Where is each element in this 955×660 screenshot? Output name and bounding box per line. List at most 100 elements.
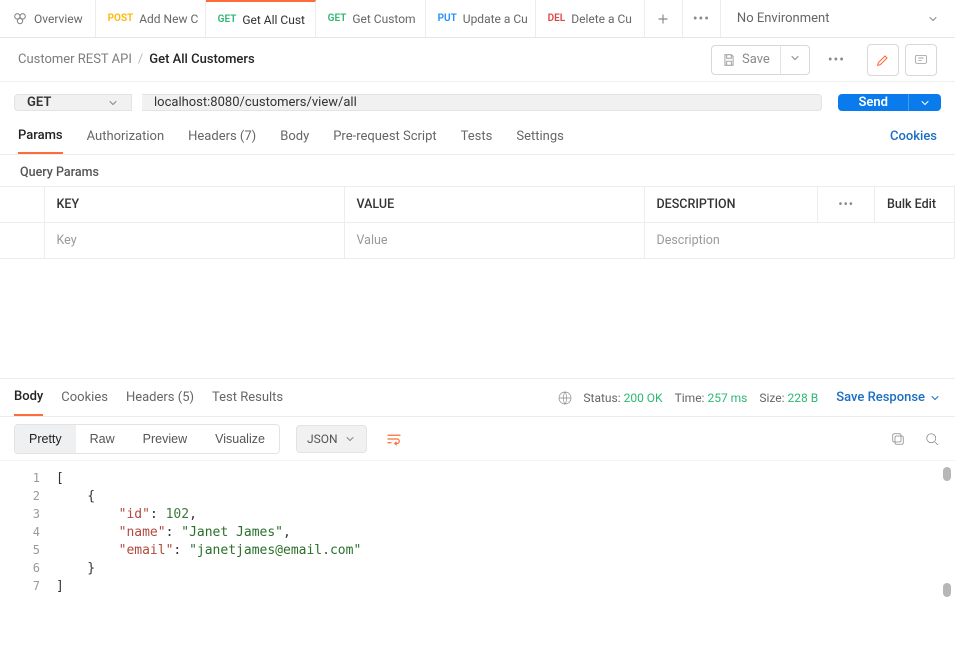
http-method-select[interactable]: GET xyxy=(14,94,132,111)
save-dropdown[interactable] xyxy=(780,46,809,74)
tab-authorization[interactable]: Authorization xyxy=(87,119,165,154)
wrap-icon xyxy=(385,430,403,448)
method-badge: PUT xyxy=(438,13,457,24)
status-meta: Status: 200 OK xyxy=(583,391,662,405)
code-line: 6 } xyxy=(0,559,955,577)
response-view-row: Pretty Raw Preview Visualize JSON xyxy=(0,417,955,461)
send-button-group: Send xyxy=(838,94,941,111)
view-visualize[interactable]: Visualize xyxy=(201,425,279,453)
scrollbar-thumb[interactable] xyxy=(943,467,951,481)
description-input[interactable]: Description xyxy=(644,223,955,259)
chevron-down-icon xyxy=(789,52,801,64)
document-tabs: OverviewPOSTAdd New CGETGet All CustGETG… xyxy=(0,0,955,38)
save-response-button[interactable]: Save Response xyxy=(836,390,941,405)
code-line: 7] xyxy=(0,577,955,595)
breadcrumb-collection[interactable]: Customer REST API xyxy=(18,52,132,67)
col-actions[interactable]: ••• xyxy=(818,187,875,223)
copy-icon[interactable] xyxy=(889,430,907,448)
code-line: 4 "name": "Janet James", xyxy=(0,523,955,541)
key-input[interactable]: Key xyxy=(44,223,344,259)
tab-params[interactable]: Params xyxy=(18,119,63,154)
tabs-overflow-button[interactable]: ••• xyxy=(683,0,721,37)
tab-body[interactable]: Body xyxy=(280,119,309,154)
request-tabs: Params Authorization Headers (7) Body Pr… xyxy=(0,119,955,155)
view-mode-segment: Pretty Raw Preview Visualize xyxy=(14,424,280,454)
request-tab[interactable]: POSTAdd New C xyxy=(96,0,206,37)
wrap-lines-button[interactable] xyxy=(379,424,409,454)
send-dropdown[interactable] xyxy=(908,94,941,111)
content-type-label: JSON xyxy=(307,432,338,446)
request-tab[interactable]: PUTUpdate a Cu xyxy=(426,0,536,37)
col-key: KEY xyxy=(44,187,344,223)
comments-button[interactable] xyxy=(905,44,937,76)
value-input[interactable]: Value xyxy=(344,223,644,259)
param-row-new[interactable]: Key Value Description xyxy=(0,223,955,259)
col-value: VALUE xyxy=(344,187,644,223)
query-params-title: Query Params xyxy=(0,155,955,186)
tab-prerequest[interactable]: Pre-request Script xyxy=(333,119,436,154)
chevron-down-icon xyxy=(927,13,939,25)
time-meta: Time: 257 ms xyxy=(675,391,748,405)
tab-settings[interactable]: Settings xyxy=(516,119,563,154)
size-meta: Size: 228 B xyxy=(759,391,818,405)
url-input[interactable]: localhost:8080/customers/view/all xyxy=(142,94,822,111)
method-badge: POST xyxy=(108,13,134,24)
tab-headers[interactable]: Headers (7) xyxy=(188,119,256,154)
network-icon[interactable] xyxy=(557,390,573,406)
view-preview[interactable]: Preview xyxy=(129,425,201,453)
view-pretty[interactable]: Pretty xyxy=(15,425,76,453)
method-badge: DEL xyxy=(548,13,566,24)
code-line: 1[ xyxy=(0,469,955,487)
new-tab-button[interactable] xyxy=(645,0,683,37)
method-badge: GET xyxy=(328,13,347,24)
breadcrumb-request: Get All Customers xyxy=(149,52,254,67)
send-button[interactable]: Send xyxy=(838,94,908,111)
url-value: localhost:8080/customers/view/all xyxy=(154,95,357,110)
dots-icon: ••• xyxy=(685,11,718,27)
code-line: 5 "email": "janetjames@email.com" xyxy=(0,541,955,559)
breadcrumb-sep: / xyxy=(138,52,143,67)
code-line: 2 { xyxy=(0,487,955,505)
request-tab[interactable]: DELDelete a Cu xyxy=(536,0,645,37)
chevron-down-icon xyxy=(344,433,356,445)
col-description: DESCRIPTION xyxy=(644,187,818,223)
save-button-group: Save xyxy=(711,45,810,75)
request-body-spacer xyxy=(0,259,955,379)
resp-tab-cookies[interactable]: Cookies xyxy=(61,379,108,416)
environment-label: No Environment xyxy=(737,11,830,26)
request-tab[interactable]: GETGet All Cust xyxy=(206,0,316,37)
tab-tests[interactable]: Tests xyxy=(461,119,493,154)
url-row: GET localhost:8080/customers/view/all Se… xyxy=(0,82,955,119)
query-params-table: KEY VALUE DESCRIPTION ••• Bulk Edit Key … xyxy=(0,186,955,259)
request-tab[interactable]: GETGet Custom xyxy=(316,0,426,37)
code-line: 3 "id": 102, xyxy=(0,505,955,523)
overview-icon xyxy=(12,11,28,27)
cookies-link[interactable]: Cookies xyxy=(890,129,937,144)
method-badge: GET xyxy=(218,14,237,25)
request-more-button[interactable]: ••• xyxy=(820,52,853,68)
view-raw[interactable]: Raw xyxy=(76,425,129,453)
resp-tab-body[interactable]: Body xyxy=(14,379,43,416)
content-type-select[interactable]: JSON xyxy=(296,425,367,453)
select-all-col[interactable] xyxy=(0,187,44,223)
comment-icon xyxy=(913,52,929,68)
response-body-editor[interactable]: 1[2 {3 "id": 102,4 "name": "Janet James"… xyxy=(0,461,955,603)
bulk-edit-link[interactable]: Bulk Edit xyxy=(875,187,955,223)
http-method-value: GET xyxy=(27,95,51,110)
response-tabs: Body Cookies Headers (5) Test Results St… xyxy=(0,379,955,417)
chevron-down-icon xyxy=(919,97,931,109)
resp-tab-headers[interactable]: Headers (5) xyxy=(126,379,194,416)
resp-tab-tests[interactable]: Test Results xyxy=(212,379,283,416)
save-button[interactable]: Save xyxy=(712,46,780,73)
edit-button[interactable] xyxy=(867,44,899,76)
pencil-icon xyxy=(875,52,891,68)
search-icon[interactable] xyxy=(923,430,941,448)
chevron-down-icon xyxy=(107,97,119,109)
scrollbar-thumb[interactable] xyxy=(943,583,951,597)
chevron-down-icon xyxy=(929,392,941,404)
tab-overview[interactable]: Overview xyxy=(0,0,96,37)
dots-icon: ••• xyxy=(830,197,862,211)
save-label: Save xyxy=(742,52,770,67)
environment-picker[interactable]: No Environment xyxy=(721,0,955,37)
request-header-row: Customer REST API / Get All Customers Sa… xyxy=(0,38,955,82)
